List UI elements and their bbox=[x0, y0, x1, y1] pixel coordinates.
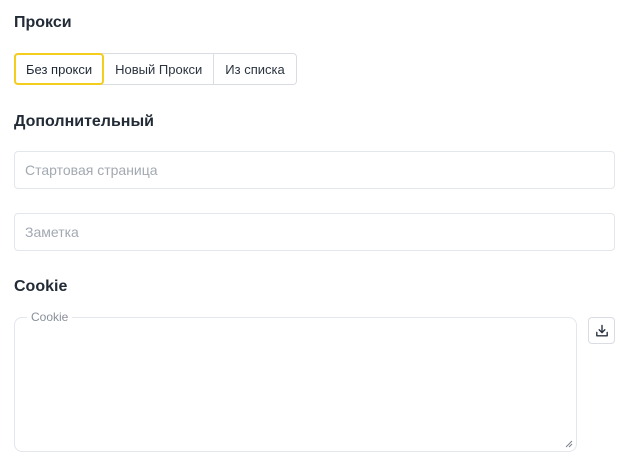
import-cookie-button[interactable] bbox=[588, 317, 615, 344]
download-tray-icon bbox=[595, 324, 608, 336]
note-field bbox=[14, 213, 615, 251]
proxy-section-title: Прокси bbox=[14, 14, 72, 31]
resize-grip-icon[interactable] bbox=[565, 440, 573, 448]
profile-settings-panel: Прокси Без прокси Новый Прокси Из списка… bbox=[0, 0, 627, 470]
start-page-field bbox=[14, 151, 615, 189]
proxy-option-new-proxy[interactable]: Новый Прокси bbox=[104, 54, 215, 84]
cookie-field: Cookie bbox=[14, 310, 577, 452]
note-input[interactable] bbox=[15, 214, 614, 250]
start-page-input[interactable] bbox=[15, 152, 614, 188]
cookie-field-label: Cookie bbox=[27, 310, 73, 324]
cookie-section-title: Cookie bbox=[14, 278, 68, 295]
additional-section-title: Дополнительный bbox=[14, 113, 154, 130]
cookie-textarea[interactable] bbox=[15, 318, 576, 451]
proxy-option-from-list[interactable]: Из списка bbox=[214, 54, 295, 84]
proxy-mode-selector: Без прокси Новый Прокси Из списка bbox=[14, 53, 297, 85]
proxy-option-no-proxy[interactable]: Без прокси bbox=[14, 53, 105, 85]
